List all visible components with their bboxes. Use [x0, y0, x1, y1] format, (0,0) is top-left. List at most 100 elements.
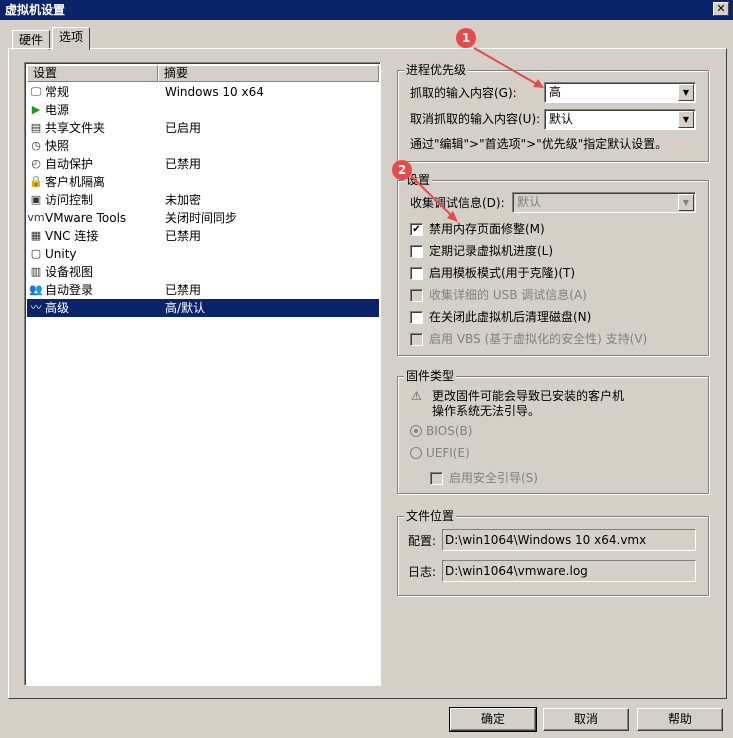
access-control-icon: ▣: [30, 193, 42, 206]
list-item[interactable]: ◴ 自动保护 已禁用: [27, 155, 379, 173]
firmware-warning-line2: 操作系统无法引导。: [432, 404, 541, 418]
settings-checkbox-label: 定期记录虚拟机进度(L): [429, 244, 554, 258]
file-location-group-title: 文件位置: [404, 508, 457, 524]
list-item-summary: [161, 245, 361, 263]
ok-button[interactable]: 确定: [449, 707, 537, 732]
list-item-name-cell: 👥 自动登录: [27, 281, 161, 299]
list-item-name-cell: vm VMware Tools: [27, 209, 161, 227]
settings-checkbox[interactable]: 在关闭此虚拟机后清理磁盘(N): [410, 308, 591, 326]
checkbox-box: [410, 332, 423, 346]
checkbox-box: [410, 244, 423, 258]
list-item-name-cell: ◷ 快照: [27, 137, 161, 155]
ungrab-input-select[interactable]: 默认 ▼: [544, 109, 696, 130]
list-item[interactable]: ▣ 访问控制 未加密: [27, 191, 379, 209]
debug-info-label: 收集调试信息(D):: [410, 196, 505, 210]
list-item[interactable]: 〰高级 高/默认: [27, 299, 379, 317]
settings-checkbox[interactable]: 启用 VBS (基于虚拟化的安全性) 支持(V): [410, 330, 647, 348]
secure-boot-label: 启用安全引导(S): [449, 471, 538, 485]
autoprotect-icon: ◴: [31, 157, 41, 170]
list-item-summary: 未加密: [165, 193, 202, 207]
checkbox-box: [410, 310, 423, 324]
warning-icon: ⚠: [411, 389, 422, 403]
device-view-icon: ▥: [30, 265, 42, 278]
list-header: 设置 摘要: [27, 65, 379, 82]
list-item-name-cell: 🖵 常规: [27, 83, 161, 101]
column-header-setting[interactable]: 设置: [27, 65, 158, 82]
title-bar: 虚拟机设置 ✕: [0, 0, 733, 20]
advanced-icon: 〰: [30, 301, 42, 314]
list-item-name: 设备视图: [45, 265, 94, 279]
debug-info-select[interactable]: 默认 ▼: [512, 192, 696, 213]
settings-checkbox[interactable]: 定期记录虚拟机进度(L): [410, 242, 553, 260]
list-item[interactable]: ▢ Unity: [27, 245, 379, 263]
annotation-badge-1: 1: [456, 28, 476, 48]
list-item[interactable]: ▤ 共享文件夹 已启用: [27, 119, 379, 137]
list-item-summary: 已禁用: [165, 283, 202, 297]
list-item-name-cell: ▦ VNC 连接: [27, 227, 161, 245]
list-item-summary: [161, 101, 361, 119]
uefi-radio[interactable]: UEFI(E): [410, 446, 470, 460]
chevron-down-icon[interactable]: ▼: [678, 194, 694, 211]
chevron-down-icon[interactable]: ▼: [678, 84, 694, 101]
list-item-name-cell: ▥ 设备视图: [27, 263, 161, 281]
bios-label: BIOS(B): [426, 424, 473, 438]
autologin-icon: 👥: [29, 283, 43, 296]
debug-info-value: 默认: [517, 195, 542, 209]
close-button[interactable]: ✕: [713, 2, 729, 16]
cancel-button[interactable]: 取消: [543, 708, 629, 731]
list-item-name-cell: 〰高级: [27, 299, 161, 317]
settings-list[interactable]: 设置 摘要 🖵 常规 Windows 10 x64 ▶ 电源 ▤ 共享文件夹 已启用 ◷ 快照 ◴ 自…: [24, 62, 381, 686]
list-item-name: 共享文件夹: [45, 121, 106, 135]
list-item-name: VNC 连接: [45, 229, 99, 243]
secure-boot-checkbox[interactable]: 启用安全引导(S): [430, 469, 538, 487]
list-item-name-cell: ▣ 访问控制: [27, 191, 161, 209]
checkbox-box: [410, 266, 423, 280]
list-item-name-cell: ◴ 自动保护: [27, 155, 161, 173]
list-item[interactable]: vm VMware Tools 关闭时间同步: [27, 209, 379, 227]
list-item-name: 高级: [45, 301, 70, 315]
list-item-name: 自动保护: [45, 157, 94, 171]
log-label: 日志:: [408, 565, 437, 579]
grab-input-select[interactable]: 高 ▼: [544, 82, 696, 103]
list-item-name-cell: ▤ 共享文件夹: [27, 119, 161, 137]
tab-options[interactable]: 选项: [52, 27, 91, 50]
list-item-summary: Windows 10 x64: [165, 85, 264, 99]
unity-icon: ▢: [30, 247, 42, 260]
snapshot-icon: ◷: [31, 139, 41, 152]
vmware-tools-icon: vm: [27, 211, 45, 224]
list-item-summary: 已禁用: [165, 229, 202, 243]
tab-hardware[interactable]: 硬件: [12, 30, 51, 50]
settings-checkbox[interactable]: 启用模板模式(用于克隆)(T): [410, 264, 575, 282]
list-item[interactable]: ◷ 快照: [27, 137, 379, 155]
list-item-name: 常规: [45, 85, 70, 99]
list-item[interactable]: 👥 自动登录 已禁用: [27, 281, 379, 299]
bios-radio[interactable]: BIOS(B): [410, 424, 472, 438]
list-item[interactable]: ▦ VNC 连接 已禁用: [27, 227, 379, 245]
list-item-name-cell: ▶ 电源: [27, 101, 161, 119]
list-item[interactable]: ▶ 电源: [27, 101, 379, 119]
list-item-name: VMware Tools: [45, 211, 127, 225]
list-item[interactable]: 🔒 客户机隔离: [27, 173, 379, 191]
settings-checkbox[interactable]: ✔ 禁用内存页面修整(M): [410, 220, 545, 238]
list-item-name: 电源: [45, 103, 70, 117]
list-item-name: 自动登录: [45, 283, 94, 297]
column-header-summary[interactable]: 摘要: [158, 65, 379, 82]
settings-checkbox-label: 禁用内存页面修整(M): [429, 222, 545, 236]
list-item-summary: [161, 173, 361, 191]
file-location-group: 文件位置: [397, 508, 709, 596]
help-button[interactable]: 帮助: [637, 708, 723, 731]
settings-checkbox-label: 启用 VBS (基于虚拟化的安全性) 支持(V): [429, 332, 648, 346]
list-item-name-cell: 🔒 客户机隔离: [27, 173, 161, 191]
list-item-summary: 已启用: [165, 121, 202, 135]
priority-note: 通过"编辑">"首选项">"优先级"指定默认设置。: [410, 137, 668, 151]
list-item[interactable]: 🖵 常规 Windows 10 x64: [27, 83, 379, 101]
log-path-field[interactable]: D:\win1064\vmware.log: [442, 560, 696, 582]
shared-folder-icon: ▤: [30, 121, 42, 134]
settings-checkbox[interactable]: 收集详细的 USB 调试信息(A): [410, 286, 587, 304]
config-path-field[interactable]: D:\win1064\Windows 10 x64.vmx: [442, 529, 696, 551]
settings-checkbox-label: 启用模板模式(用于克隆)(T): [429, 266, 576, 280]
list-item-name: Unity: [45, 247, 77, 261]
list-item[interactable]: ▥ 设备视图: [27, 263, 379, 281]
chevron-down-icon[interactable]: ▼: [678, 111, 694, 128]
uefi-label: UEFI(E): [426, 446, 470, 460]
